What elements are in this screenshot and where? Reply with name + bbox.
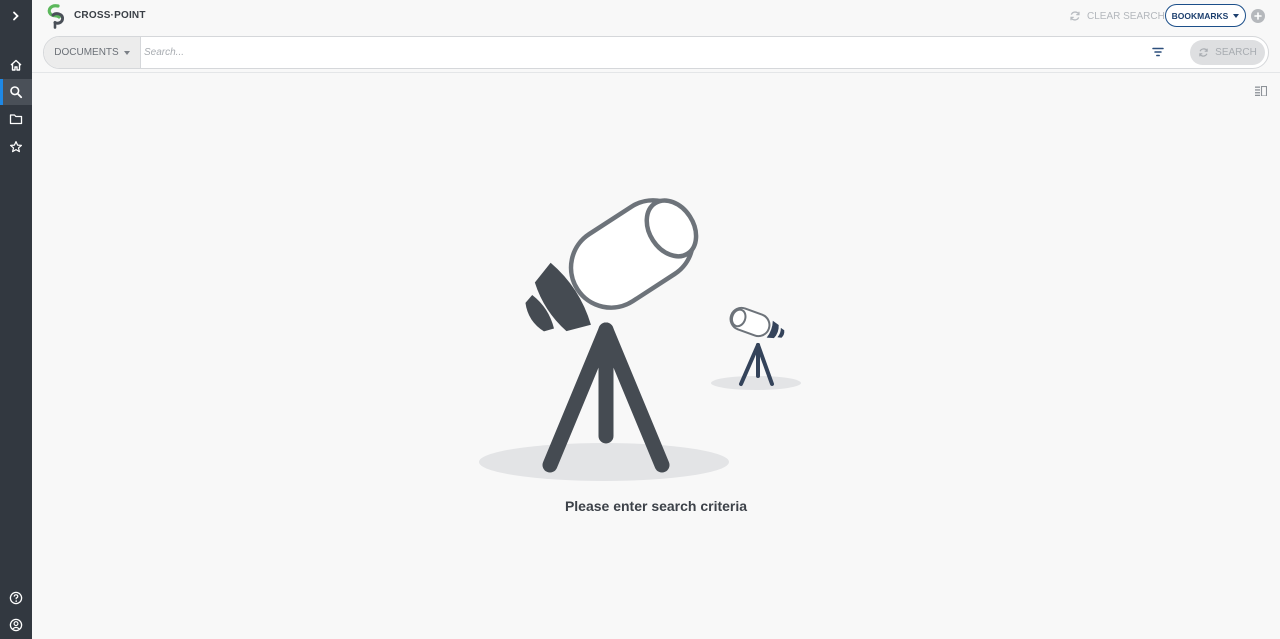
column-view-icon[interactable] bbox=[1255, 86, 1267, 96]
category-select-label: DOCUMENTS bbox=[54, 47, 119, 58]
chevron-down-icon bbox=[123, 50, 130, 55]
app-title: CROSS·POINT bbox=[74, 10, 146, 21]
refresh-icon bbox=[1070, 11, 1080, 21]
chevron-right-icon bbox=[13, 11, 19, 21]
search-input[interactable] bbox=[144, 42, 1134, 63]
help-icon bbox=[9, 591, 23, 605]
search-icon bbox=[10, 86, 23, 99]
search-button[interactable]: SEARCH bbox=[1190, 40, 1265, 65]
account-icon bbox=[9, 618, 23, 632]
star-icon bbox=[10, 141, 22, 153]
clear-search-label: CLEAR SEARCH bbox=[1087, 10, 1165, 22]
folder-icon bbox=[9, 114, 23, 125]
chevron-down-icon bbox=[1233, 13, 1240, 18]
sidebar-item-favorites[interactable] bbox=[0, 134, 32, 160]
search-bar: DOCUMENTS SEARCH bbox=[43, 36, 1269, 69]
account-button[interactable] bbox=[0, 612, 32, 638]
empty-state-message: Please enter search criteria bbox=[564, 498, 748, 514]
telescope-illustration bbox=[479, 198, 801, 481]
plus-icon bbox=[1254, 12, 1262, 20]
clear-search-button[interactable]: CLEAR SEARCH bbox=[1069, 8, 1165, 24]
bookmarks-dropdown[interactable]: BOOKMARKS bbox=[1165, 4, 1246, 27]
sidebar-item-search[interactable] bbox=[0, 79, 32, 105]
top-bar: CROSS·POINT CLEAR SEARCH BOOKMARKS bbox=[32, 0, 1280, 32]
expand-sidebar-button[interactable] bbox=[0, 3, 32, 29]
home-icon bbox=[10, 59, 22, 71]
cross-point-logo bbox=[47, 4, 64, 29]
category-select[interactable]: DOCUMENTS bbox=[44, 37, 141, 68]
search-button-label: SEARCH bbox=[1215, 47, 1257, 58]
header-divider bbox=[32, 72, 1280, 73]
sidebar-item-folders[interactable] bbox=[0, 106, 32, 132]
bookmarks-label: BOOKMARKS bbox=[1171, 10, 1229, 21]
help-button[interactable] bbox=[0, 585, 32, 611]
refresh-icon bbox=[1199, 48, 1208, 57]
filter-icon[interactable] bbox=[1151, 45, 1165, 59]
add-bookmark-button[interactable] bbox=[1251, 9, 1265, 23]
sidebar bbox=[0, 0, 32, 639]
sidebar-item-home[interactable] bbox=[0, 52, 32, 78]
